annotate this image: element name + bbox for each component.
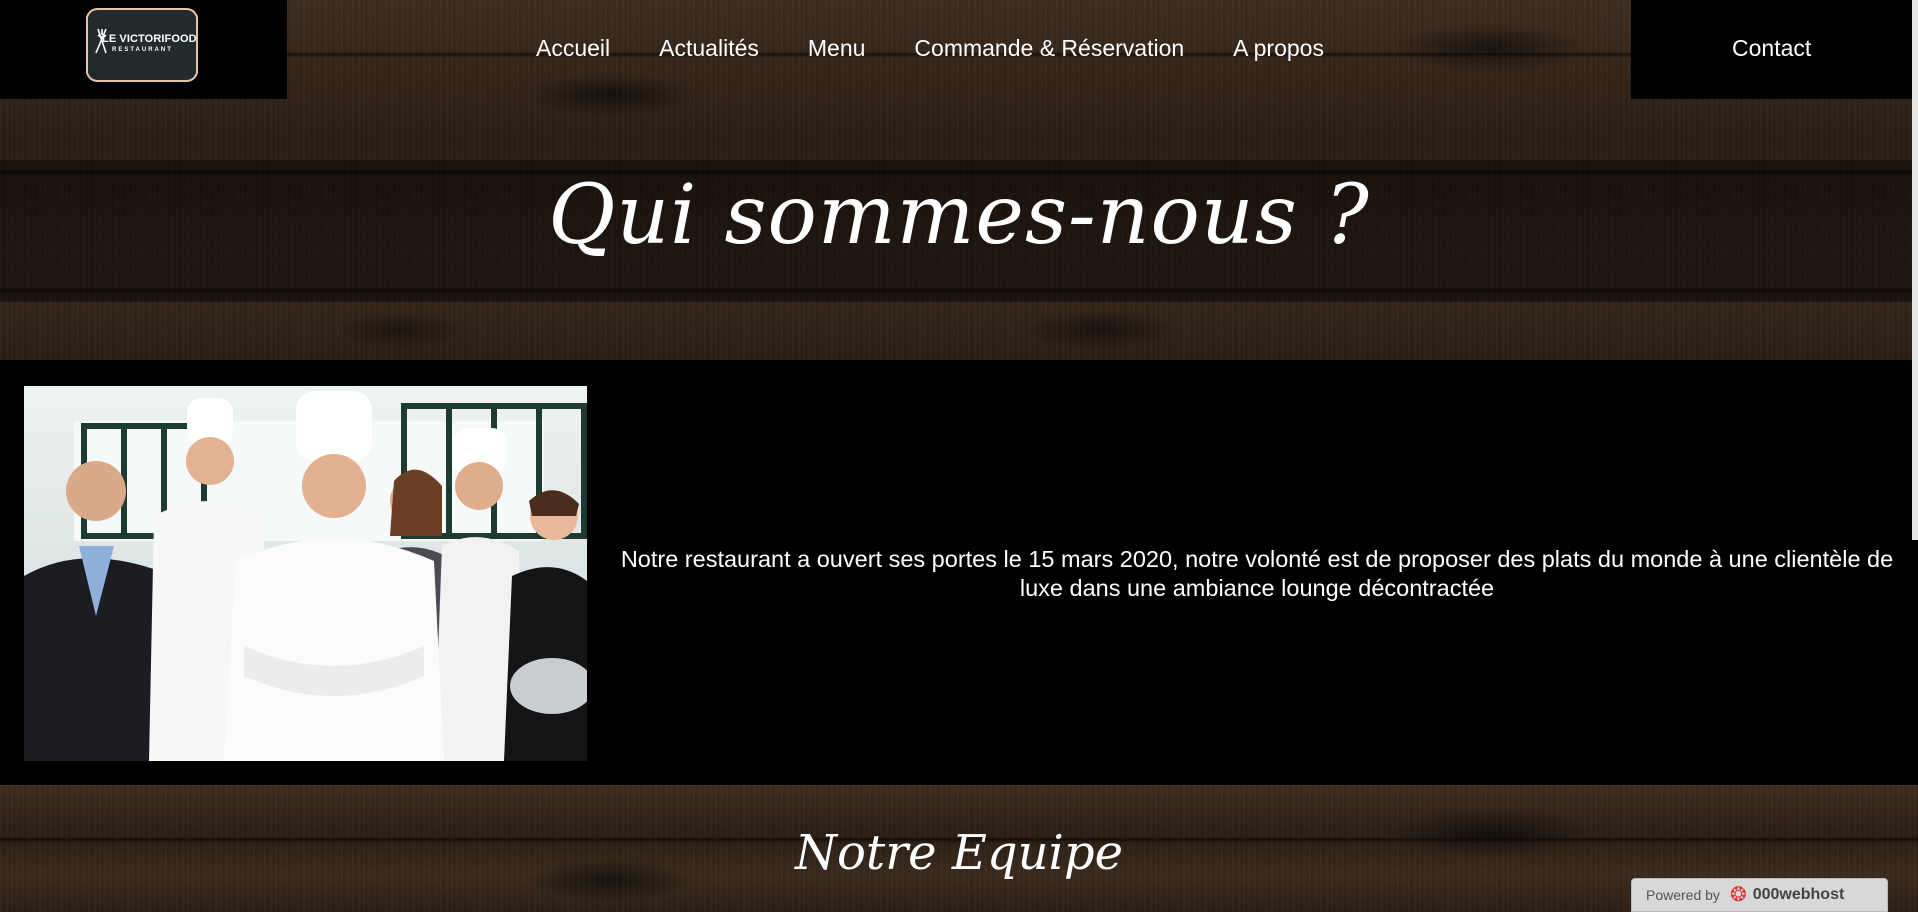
page-title: Qui sommes-nous ?	[548, 168, 1370, 263]
nav-a-propos[interactable]: A propos	[1233, 35, 1324, 62]
team-photo	[24, 386, 587, 761]
about-section: Notre restaurant a ouvert ses portes le …	[0, 360, 1918, 785]
contact-container: Contact	[1631, 0, 1918, 99]
page-scrollbar[interactable]	[1912, 0, 1918, 540]
team-section-title: Notre Equipe	[795, 825, 1123, 881]
webhost-logo-icon: ❂	[1729, 884, 1747, 906]
powered-by-label: Powered by	[1646, 887, 1720, 903]
logo-container[interactable]: LE VICTORIFOOD RESTAURANT	[0, 0, 287, 99]
logo-subtitle: RESTAURANT	[112, 47, 173, 53]
contact-link[interactable]: Contact	[1732, 35, 1811, 62]
host-name: 000webhost	[1752, 886, 1845, 903]
nav-commande-reservation[interactable]: Commande & Réservation	[914, 35, 1184, 62]
nav-actualites[interactable]: Actualités	[659, 35, 759, 62]
nav-menu[interactable]: Menu	[808, 35, 866, 62]
hosting-badge[interactable]: Powered by ❂ 000webhost	[1631, 878, 1888, 912]
restaurant-logo[interactable]: LE VICTORIFOOD RESTAURANT	[84, 5, 200, 85]
about-description: Notre restaurant a ouvert ses portes le …	[620, 546, 1894, 601]
nav-accueil[interactable]: Accueil	[536, 35, 610, 62]
main-navigation: Accueil Actualités Menu Commande & Réser…	[536, 35, 1373, 62]
logo-title: LE VICTORIFOOD	[102, 33, 197, 45]
